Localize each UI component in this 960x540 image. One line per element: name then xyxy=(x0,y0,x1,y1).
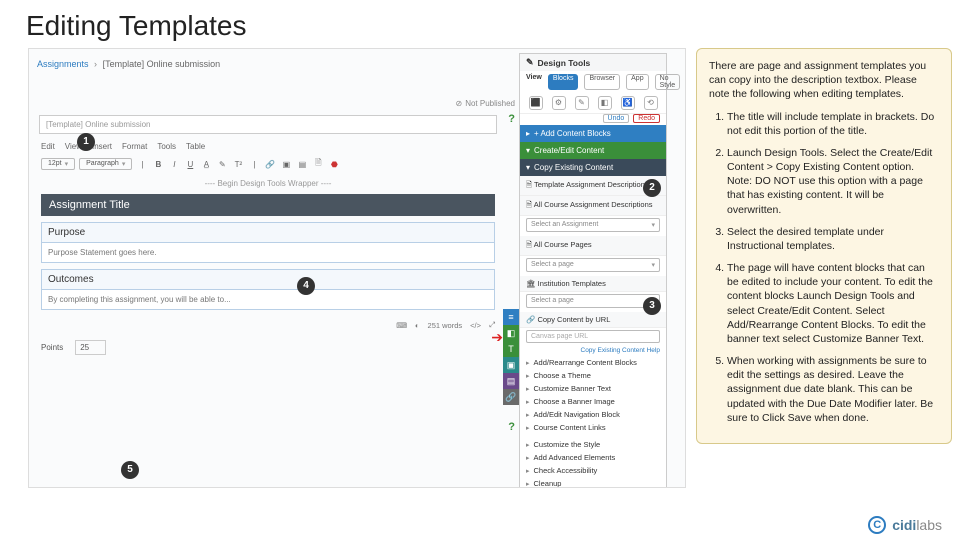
tool-strip: ≡ ◧ T ▣ ▤ 🔗 xyxy=(503,309,519,405)
help-icon[interactable]: ? xyxy=(508,421,515,433)
item-customize-style[interactable]: Customize the Style xyxy=(520,438,666,451)
instruction-4: The page will have content blocks that c… xyxy=(727,261,939,346)
strip-text-icon[interactable]: T xyxy=(503,341,519,357)
item-banner-text[interactable]: Customize Banner Text xyxy=(520,382,666,395)
view-label: View xyxy=(526,74,542,90)
instruction-2: Launch Design Tools. Select the Create/E… xyxy=(727,146,939,217)
tool-icon[interactable]: ◧ xyxy=(598,96,612,110)
instruction-1: The title will include template in brack… xyxy=(727,110,939,138)
copy-by-url-row[interactable]: 🔗 Copy Content by URL xyxy=(520,312,666,328)
callout-5: 5 xyxy=(121,461,139,479)
undo-link[interactable]: Undo xyxy=(603,114,630,123)
strip-list-icon[interactable]: ≡ xyxy=(503,309,519,325)
underline-icon[interactable]: U xyxy=(184,160,196,169)
doc-icon[interactable]: 🗎 xyxy=(312,157,324,171)
tab-edit[interactable]: Edit xyxy=(41,142,55,151)
title-field[interactable]: [Template] Online submission xyxy=(39,115,497,134)
all-course-pages-row[interactable]: 🗎 All Course Pages xyxy=(520,236,666,256)
brand-logo: C cidilabs xyxy=(868,516,942,534)
institution-templates-row[interactable]: 🏛 Institution Templates xyxy=(520,276,666,292)
app-icon[interactable]: ⬣ xyxy=(328,160,340,169)
italic-icon[interactable]: I xyxy=(168,160,180,169)
page-title: Editing Templates xyxy=(0,0,960,48)
view-blocks[interactable]: Blocks xyxy=(548,74,579,90)
design-tools-header: Design Tools xyxy=(520,54,666,71)
all-course-desc-row[interactable]: 🗎 All Course Assignment Descriptions xyxy=(520,196,666,216)
highlight-icon[interactable]: ✎ xyxy=(216,160,228,169)
tab-format[interactable]: Format xyxy=(122,142,147,151)
instructions-intro: There are page and assignment templates … xyxy=(709,59,939,102)
link-icon[interactable]: 🔗 xyxy=(264,160,276,169)
strip-image-icon[interactable]: ▣ xyxy=(503,357,519,373)
url-input[interactable]: Canvas page URL xyxy=(526,330,660,343)
item-accessibility[interactable]: Check Accessibility xyxy=(520,464,666,477)
html-toggle[interactable]: </> xyxy=(470,321,481,330)
brand-mark-icon: C xyxy=(868,516,886,534)
callout-2: 2 xyxy=(643,179,661,197)
item-choose-theme[interactable]: Choose a Theme xyxy=(520,369,666,382)
callout-1: 1 xyxy=(77,133,95,151)
super-icon[interactable]: T² xyxy=(232,160,244,169)
item-nav-block[interactable]: Add/Edit Navigation Block xyxy=(520,408,666,421)
tab-insert[interactable]: Insert xyxy=(92,142,112,151)
tool-icon[interactable]: ⟲ xyxy=(644,96,658,110)
select-assignment-dd[interactable]: Select an Assignment xyxy=(526,218,660,232)
design-tools-panel: Design Tools View Blocks Browser App No … xyxy=(519,53,667,488)
arrow-icon: ➔ xyxy=(491,329,503,346)
help-icon[interactable]: ? xyxy=(508,113,515,125)
view-nostyle[interactable]: No Style xyxy=(655,74,681,90)
copy-existing-content[interactable]: ▾ Copy Existing Content xyxy=(520,159,666,176)
purpose-heading: Purpose xyxy=(42,223,494,243)
paragraph-select[interactable]: Paragraph xyxy=(79,158,132,170)
purpose-section[interactable]: Purpose Purpose Statement goes here. xyxy=(41,222,495,263)
wordcount: 251 words xyxy=(428,321,463,330)
instruction-3: Select the desired template under Instru… xyxy=(727,225,939,253)
breadcrumb-root[interactable]: Assignments xyxy=(37,59,89,69)
tab-tools[interactable]: Tools xyxy=(157,142,176,151)
item-add-rearrange[interactable]: Add/Rearrange Content Blocks xyxy=(520,356,666,369)
add-content-blocks[interactable]: ▸ + Add Content Blocks xyxy=(520,125,666,142)
outcomes-heading: Outcomes xyxy=(42,270,494,290)
app-screenshot: Assignments › [Template] Online submissi… xyxy=(28,48,686,488)
tool-icon[interactable]: ♿ xyxy=(621,96,635,110)
view-browser[interactable]: Browser xyxy=(584,74,620,90)
purpose-body[interactable]: Purpose Statement goes here. xyxy=(42,243,494,262)
strip-nav-icon[interactable]: ▤ xyxy=(503,373,519,389)
create-edit-content[interactable]: ▾ Create/Edit Content xyxy=(520,142,666,159)
callout-3: 3 xyxy=(643,297,661,315)
a11y-icon[interactable]: ◐ xyxy=(415,321,420,330)
textcolor-icon[interactable]: A̲ xyxy=(200,160,212,169)
redo-link[interactable]: Redo xyxy=(633,114,660,123)
instructions-box: There are page and assignment templates … xyxy=(696,48,952,444)
copy-help-link[interactable]: Copy Existing Content Help xyxy=(520,345,666,356)
tool-icon[interactable]: ⚙ xyxy=(552,96,566,110)
tool-icon[interactable]: ✎ xyxy=(575,96,589,110)
callout-4: 4 xyxy=(297,277,315,295)
item-cleanup[interactable]: Cleanup xyxy=(520,477,666,488)
tab-table[interactable]: Table xyxy=(186,142,205,151)
outcomes-section[interactable]: Outcomes By completing this assignment, … xyxy=(41,269,495,310)
strip-theme-icon[interactable]: ◧ xyxy=(503,325,519,341)
points-label: Points xyxy=(41,343,63,352)
bold-icon[interactable]: B xyxy=(152,160,164,169)
wrapper-marker: ---- Begin Design Tools Wrapper ---- xyxy=(31,175,505,192)
points-input[interactable]: 25 xyxy=(75,340,106,355)
item-content-links[interactable]: Course Content Links xyxy=(520,421,666,434)
image-icon[interactable]: ▣ xyxy=(280,160,292,169)
item-advanced[interactable]: Add Advanced Elements xyxy=(520,451,666,464)
fontsize-select[interactable]: 12pt xyxy=(41,158,75,170)
select-page-dd[interactable]: Select a page xyxy=(526,258,660,272)
instruction-5: When working with assignments be sure to… xyxy=(727,354,939,425)
strip-link-icon[interactable]: 🔗 xyxy=(503,389,519,405)
keyboard-icon[interactable]: ⌨ xyxy=(396,321,407,330)
tool-icon[interactable]: ⬛ xyxy=(529,96,543,110)
select-page2-dd[interactable]: Select a page xyxy=(526,294,660,308)
item-banner-image[interactable]: Choose a Banner Image xyxy=(520,395,666,408)
view-app[interactable]: App xyxy=(626,74,648,90)
media-icon[interactable]: ▤ xyxy=(296,160,308,169)
assignment-title-block[interactable]: Assignment Title xyxy=(41,194,495,216)
breadcrumb-current: [Template] Online submission xyxy=(103,59,221,69)
outcomes-body[interactable]: By completing this assignment, you will … xyxy=(42,290,494,309)
breadcrumb: Assignments › [Template] Online submissi… xyxy=(37,59,220,69)
